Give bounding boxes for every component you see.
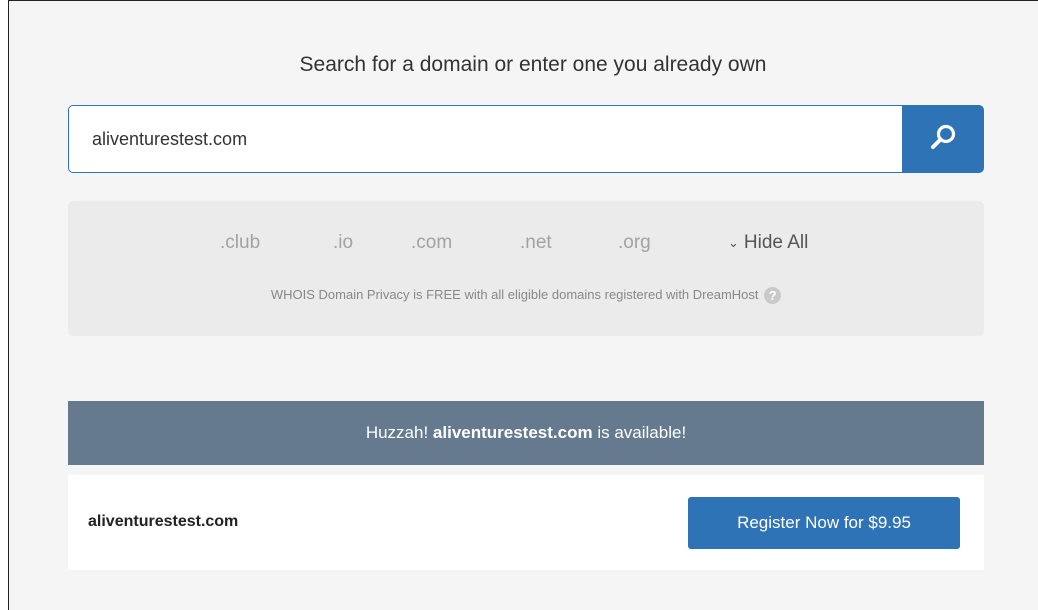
chevron-down-icon: ⌄ <box>728 235 739 250</box>
whois-note-text: WHOIS Domain Privacy is FREE with all el… <box>270 287 759 302</box>
hide-all-toggle[interactable]: ⌄ Hide All <box>728 232 808 254</box>
search-button[interactable] <box>902 105 984 173</box>
domain-search-panel: Search for a domain or enter one you alr… <box>8 0 1038 610</box>
search-icon <box>928 122 958 157</box>
banner-domain: aliventurestest.com <box>432 423 593 442</box>
search-input[interactable] <box>68 105 902 173</box>
banner-prefix: Huzzah! <box>365 423 429 442</box>
search-bar <box>68 105 984 173</box>
tld-panel: .club .io .com .net .org ⌄ Hide All WHOI… <box>68 201 984 336</box>
help-icon[interactable]: ? <box>764 287 782 305</box>
banner-suffix: is available! <box>597 423 687 442</box>
result-domain: aliventurestest.com <box>88 513 239 530</box>
availability-banner: Huzzah! aliventurestest.com is available… <box>68 401 984 465</box>
tld-io[interactable]: .io <box>333 232 353 254</box>
tld-com[interactable]: .com <box>411 232 452 254</box>
tld-net[interactable]: .net <box>520 232 552 254</box>
tld-list: .club .io .com .net .org ⌄ Hide All <box>68 232 984 258</box>
hide-all-label: Hide All <box>743 232 809 253</box>
whois-note: WHOIS Domain Privacy is FREE with all el… <box>68 287 984 305</box>
page-title: Search for a domain or enter one you alr… <box>299 53 767 76</box>
result-row: aliventurestest.com Register Now for $9.… <box>68 475 984 570</box>
tld-club[interactable]: .club <box>220 232 260 254</box>
register-button[interactable]: Register Now for $9.95 <box>688 497 960 549</box>
tld-org[interactable]: .org <box>618 232 651 254</box>
